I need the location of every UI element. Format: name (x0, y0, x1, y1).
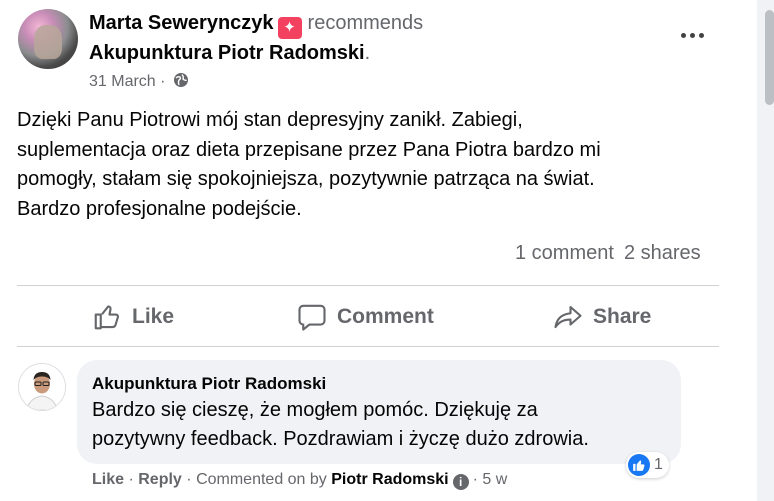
comment-action-sep: · (128, 471, 134, 488)
shares-count[interactable]: 2 shares (624, 242, 701, 264)
comment-reactions[interactable]: 1 (626, 452, 669, 478)
engagement-counts: 1 comment 2 shares (515, 240, 701, 266)
comment-action-sep: · (186, 471, 192, 488)
page-suffix: . (364, 42, 371, 64)
commented-by-name[interactable]: Piotr Radomski (331, 471, 448, 488)
comment-actions: Like · Reply · Commented on by Piotr Rad… (92, 469, 507, 491)
post-text-line: Bardzo profesjonalne podejście. (17, 197, 302, 220)
thumbs-up-icon (94, 305, 120, 330)
like-reaction-icon (628, 454, 650, 476)
share-label: Share (593, 305, 652, 328)
page-name-link[interactable]: Akupunktura Piotr Radomski (89, 42, 365, 64)
post-meta: 31 March · (89, 71, 189, 93)
post-date[interactable]: 31 March (89, 73, 156, 90)
comment-text-line: Bardzo się cieszę, że mogłem pomóc. Dzię… (92, 399, 538, 421)
info-icon[interactable]: i (452, 474, 469, 490)
post-body: Dzięki Panu Piotrowi mój stan depresyjny… (17, 106, 697, 224)
more-options-icon[interactable] (676, 24, 710, 48)
commenter-name[interactable]: Akupunktura Piotr Radomski (92, 373, 326, 395)
meta-separator: · (160, 73, 166, 90)
like-label: Like (132, 305, 175, 328)
globe-icon[interactable] (173, 72, 189, 88)
author-avatar[interactable] (18, 9, 78, 69)
comments-count[interactable]: 1 comment (515, 242, 614, 264)
divider-bottom (17, 346, 719, 347)
comment-label: Comment (337, 305, 434, 328)
comment-text: Bardzo się cieszę, że mogłem pomóc. Dzię… (92, 396, 672, 454)
speech-bubble-icon (298, 304, 326, 331)
scrollbar-thumb[interactable] (765, 10, 774, 105)
post-author-line: Marta Sewerynczyk ✦ recommends (89, 10, 423, 39)
comment-text-line: pozytywny feedback. Pozdrawiam i życzę d… (92, 428, 589, 450)
commented-on-by-label: Commented on by (196, 471, 327, 488)
comment-reply-link[interactable]: Reply (138, 471, 182, 488)
recommend-icon: ✦ (277, 17, 302, 39)
share-button[interactable]: Share (553, 300, 651, 334)
comment-like-link[interactable]: Like (92, 471, 124, 488)
divider-top (17, 285, 719, 286)
page-name-line: Akupunktura Piotr Radomski. (89, 40, 370, 66)
commenter-avatar[interactable] (18, 363, 66, 411)
post-text-line: Dzięki Panu Piotrowi mój stan depresyjny… (17, 109, 523, 131)
like-button[interactable]: Like (92, 300, 174, 334)
comment-action-sep: · (472, 471, 478, 488)
person-photo-icon (19, 364, 65, 410)
author-name[interactable]: Marta Sewerynczyk (89, 12, 274, 34)
post-text-line: pomogły, stałam się spokojniejsza, pozyt… (17, 168, 595, 190)
post-text-line: suplementacja oraz dieta przepisane prze… (17, 138, 601, 161)
recommends-label: recommends (307, 12, 424, 34)
comment-time[interactable]: 5 w (482, 471, 507, 488)
reaction-count: 1 (654, 456, 663, 473)
share-arrow-icon (554, 305, 582, 329)
comment-button[interactable]: Comment (297, 300, 434, 334)
